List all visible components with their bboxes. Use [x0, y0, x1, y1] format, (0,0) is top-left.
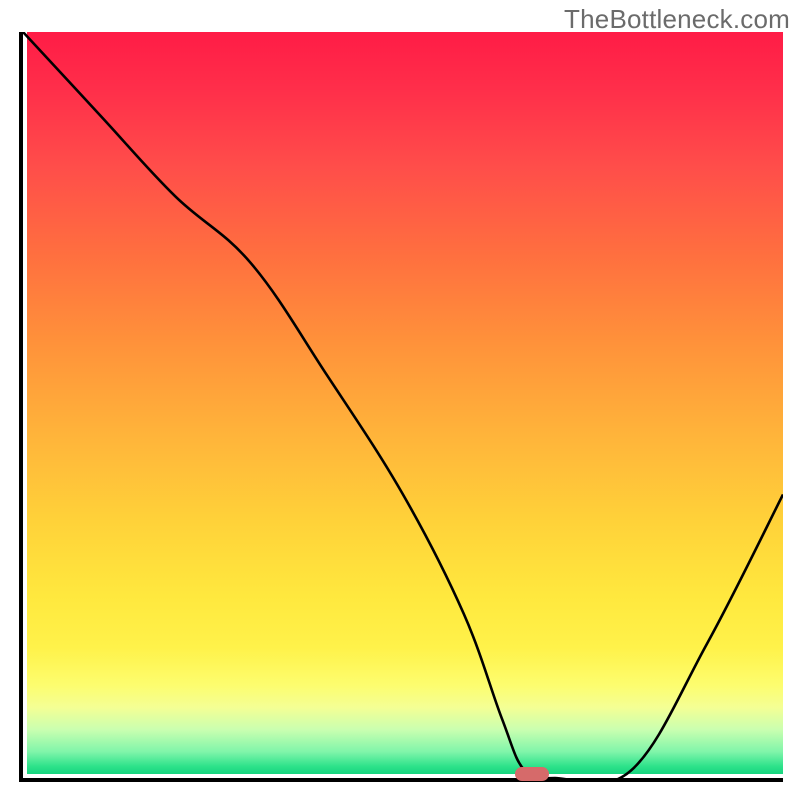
plot-area — [19, 32, 783, 782]
bottleneck-chart: TheBottleneck.com — [0, 0, 800, 800]
bottleneck-curve — [23, 32, 783, 778]
curve-layer — [23, 32, 783, 778]
watermark-text: TheBottleneck.com — [564, 4, 790, 35]
optimal-marker — [515, 767, 549, 781]
